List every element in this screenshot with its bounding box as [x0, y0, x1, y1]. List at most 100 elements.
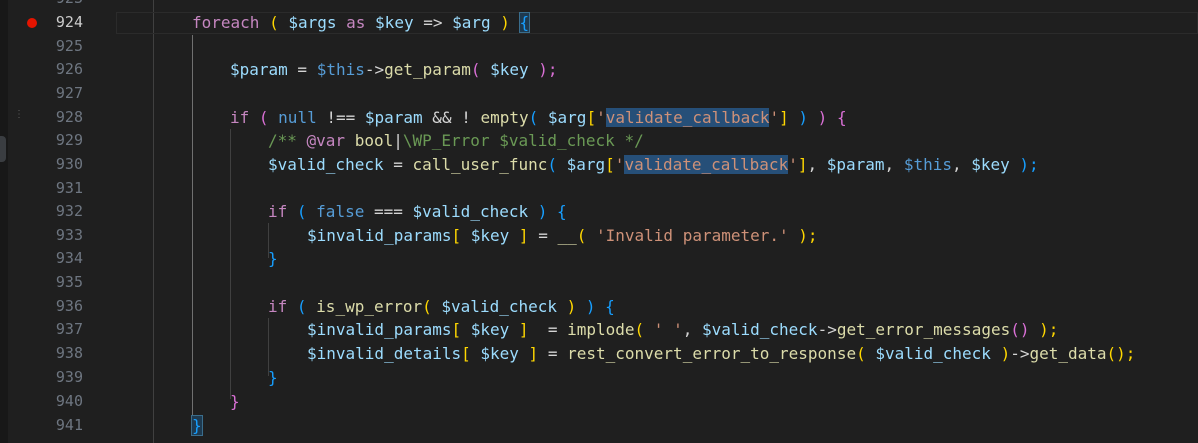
line-number[interactable]: 925 [0, 35, 83, 59]
token: foreach [192, 13, 260, 32]
line-number[interactable]: 933 [0, 224, 83, 248]
code-editor[interactable]: ⋮ 923 924 foreach ( $args as $key => $ar… [0, 0, 1198, 443]
code-line[interactable]: 937 $invalid_params[ $key ] = implode( '… [0, 318, 1198, 342]
code-text[interactable]: if ( false === $valid_check ) { [268, 200, 567, 224]
token: ' [614, 155, 625, 174]
code-line[interactable]: 938 $invalid_details[ $key ] = rest_conv… [0, 342, 1198, 366]
code-line[interactable]: 941 } [0, 414, 1198, 438]
code-text[interactable]: foreach ( $args as $key => $arg ) { [192, 11, 531, 35]
code-text[interactable]: } [268, 366, 278, 390]
token: $valid_check [441, 297, 557, 316]
code-line[interactable]: 935 [0, 271, 1198, 295]
token: -> [817, 320, 837, 339]
token: $this [903, 155, 952, 174]
line-number[interactable]: 931 [0, 177, 83, 201]
code-line[interactable]: 926 $param = $this->get_param( $key ); [0, 58, 1198, 82]
token: , [951, 155, 972, 174]
line-number[interactable]: 923 [0, 0, 83, 11]
code-line[interactable]: 931 [0, 177, 1198, 201]
token: $this [316, 60, 365, 79]
line-number[interactable]: 929 [0, 129, 83, 153]
token: ) [557, 297, 586, 316]
code-text[interactable]: $invalid_params[ $key ] = implode( ' ', … [307, 318, 1058, 342]
line-number[interactable]: 939 [0, 366, 83, 390]
token: 'Invalid parameter.' [596, 226, 789, 245]
token: , [884, 155, 904, 174]
line-number[interactable]: 941 [0, 414, 83, 438]
token: [ [605, 155, 615, 174]
token: , [682, 320, 702, 339]
token: ); [1029, 320, 1059, 339]
token: -> [1010, 344, 1030, 363]
line-number[interactable]: 936 [0, 295, 83, 319]
token: , [807, 155, 827, 174]
code-line[interactable]: 934 } [0, 247, 1198, 271]
code-text[interactable]: $valid_check = call_user_func( $arg['val… [268, 153, 1039, 177]
line-number[interactable]: 924 [0, 11, 83, 35]
code-line[interactable]: 930 $valid_check = call_user_func( $arg[… [0, 153, 1198, 177]
token: $arg [566, 155, 606, 174]
token: get_error_messages [836, 320, 1011, 339]
line-number[interactable]: 938 [0, 342, 83, 366]
code-text[interactable]: } [230, 390, 240, 414]
token: $arg [452, 13, 491, 32]
token: $param [826, 155, 885, 174]
token: ); [528, 60, 558, 79]
code-line[interactable]: 923 [0, 0, 1198, 11]
token: = [287, 60, 317, 79]
code-text[interactable]: if ( is_wp_error( $valid_check ) ) { [268, 295, 615, 319]
token: ( [287, 202, 317, 221]
token: $key [971, 155, 1010, 174]
line-number[interactable]: 934 [0, 247, 83, 271]
line-number[interactable]: 940 [0, 390, 83, 414]
token: -> [364, 60, 385, 79]
code-line[interactable]: 924 foreach ( $args as $key => $arg ) { [0, 11, 1198, 35]
token: false [316, 202, 365, 221]
code-line[interactable]: 927 [0, 82, 1198, 106]
token: } [230, 392, 240, 411]
token: && ! [422, 108, 481, 127]
code-line[interactable]: 929 /** @var bool|\WP_Error $valid_check… [0, 129, 1198, 153]
line-number[interactable]: 926 [0, 58, 83, 82]
token: if [268, 297, 288, 316]
line-number[interactable]: 930 [0, 153, 83, 177]
token: implode [567, 320, 635, 339]
line-number[interactable]: 937 [0, 318, 83, 342]
line-number[interactable]: 927 [0, 82, 83, 106]
line-number[interactable]: 935 [0, 271, 83, 295]
token: $param [230, 60, 288, 79]
code-text[interactable]: $param = $this->get_param( $key ); [230, 58, 558, 82]
token: = [528, 226, 558, 245]
token: $arg [547, 108, 587, 127]
code-text[interactable]: if ( null !== $param && ! empty( $arg['v… [230, 106, 847, 130]
code-line[interactable]: 939 } [0, 366, 1198, 390]
token: @var [306, 131, 346, 150]
code-text[interactable]: } [268, 247, 278, 271]
code-text[interactable]: } [191, 414, 203, 438]
token: [ [451, 226, 471, 245]
token: ] [509, 226, 529, 245]
token: $key [470, 226, 510, 245]
token: if [230, 108, 250, 127]
line-number[interactable]: 932 [0, 200, 83, 224]
token: { [836, 108, 847, 127]
code-text[interactable]: $invalid_details[ $key ] = rest_convert_… [307, 342, 1135, 366]
code-line[interactable]: 932 if ( false === $valid_check ) { [0, 200, 1198, 224]
token: ( [422, 297, 442, 316]
token: | [393, 131, 403, 150]
code-line[interactable]: 933 $invalid_params[ $key ] = __( 'Inval… [0, 224, 1198, 248]
token: empty [480, 108, 529, 127]
token: ( [470, 60, 491, 79]
token: === [364, 202, 413, 221]
token: (); [1106, 344, 1136, 363]
line-number[interactable]: 928 [0, 106, 83, 130]
token: $key [480, 344, 519, 363]
code-line[interactable]: 940 } [0, 390, 1198, 414]
code-line[interactable]: 928 if ( null !== $param && ! empty( $ar… [0, 106, 1198, 130]
token: ] [509, 320, 529, 339]
code-line[interactable]: 925 [0, 35, 1198, 59]
token: as [336, 13, 376, 32]
code-text[interactable]: /** @var bool|\WP_Error $valid_check */ [268, 129, 644, 153]
code-line[interactable]: 936 if ( is_wp_error( $valid_check ) ) { [0, 295, 1198, 319]
code-text[interactable]: $invalid_params[ $key ] = __( 'Invalid p… [307, 224, 818, 248]
